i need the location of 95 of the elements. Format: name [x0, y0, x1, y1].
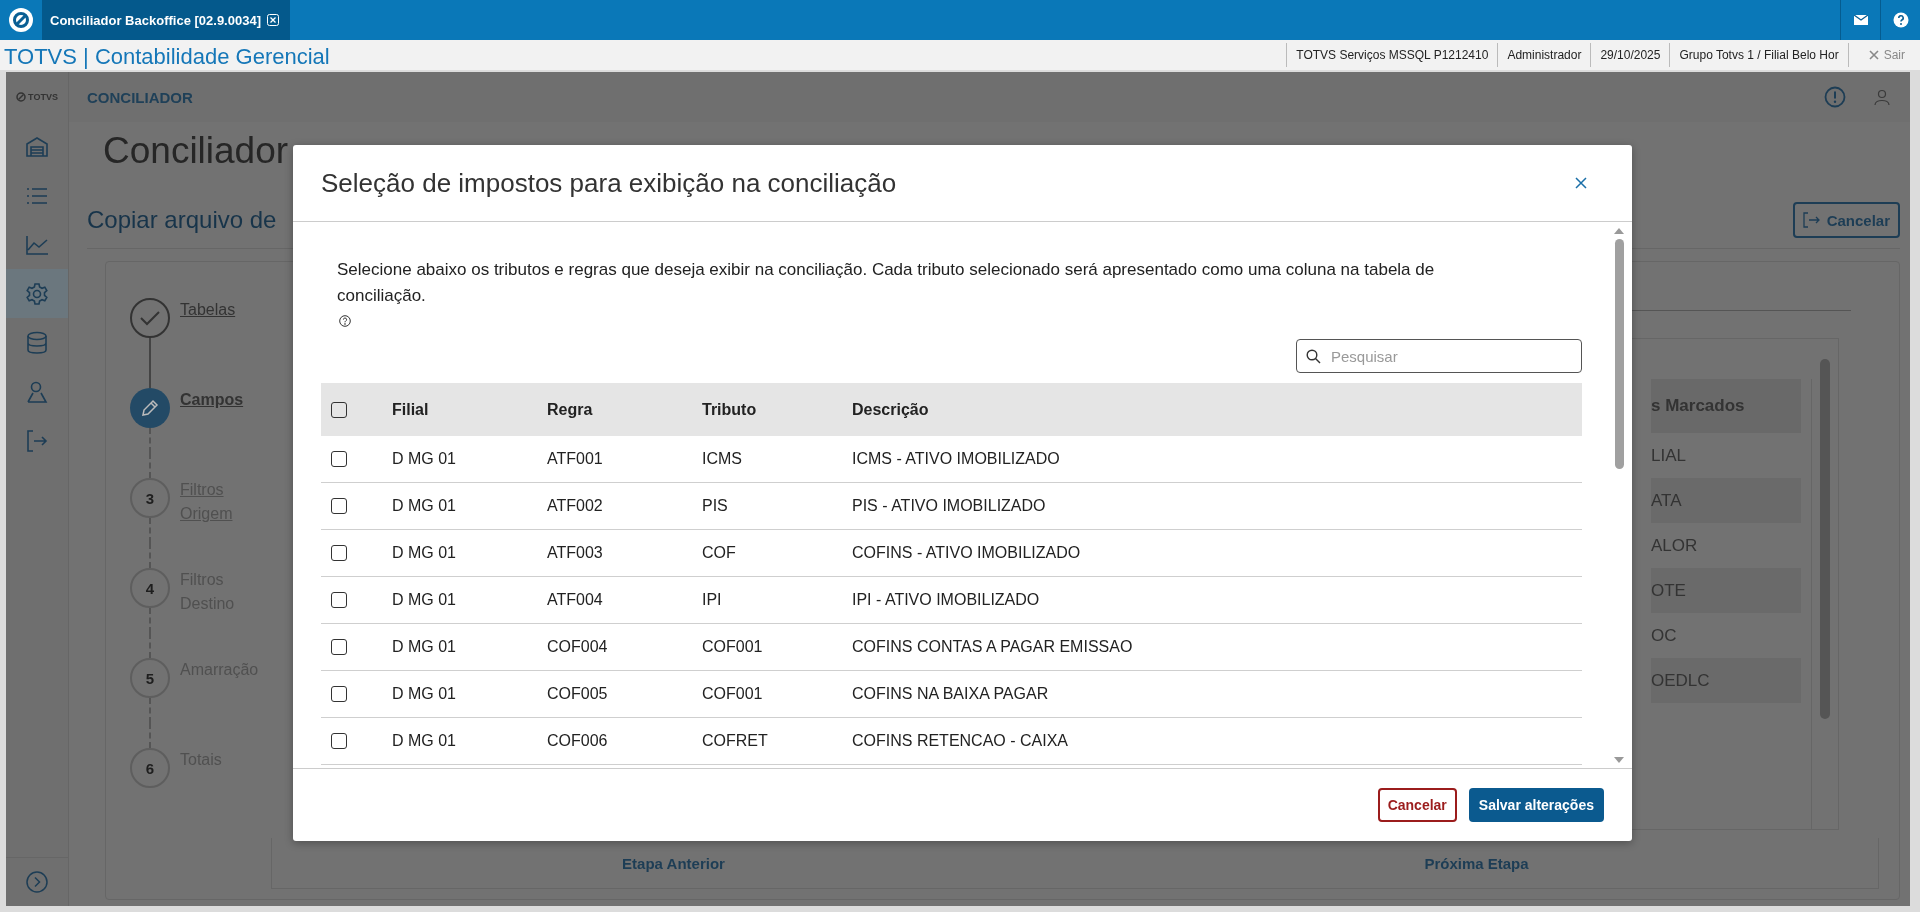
- mail-icon: [1853, 15, 1868, 25]
- table-cell: IPI - ATIVO IMOBILIZADO: [852, 591, 1040, 609]
- warehouse-icon: [25, 135, 49, 158]
- table-cell: ICMS - ATIVO IMOBILIZADO: [852, 450, 1060, 468]
- page-subtitle: Copiar arquivo de: [87, 206, 277, 234]
- settings-icon: [25, 281, 49, 306]
- dialog-description: Selecione abaixo os tributos e regras que deseja exibir na conciliação. Cada tributo selecionado será apresentado como uma coluna na tabela de conciliação.: [337, 259, 1436, 307]
- list-item[interactable]: OC: [1651, 613, 1801, 658]
- column-header: Filial: [392, 400, 430, 419]
- exit-icon: [1802, 212, 1821, 228]
- sidebar-item[interactable]: [6, 269, 68, 318]
- logout-icon: [26, 429, 48, 452]
- cancel-button[interactable]: Cancelar: [1792, 202, 1900, 238]
- step-label[interactable]: Tabelas: [180, 298, 260, 322]
- checkbox[interactable]: [331, 639, 347, 655]
- user-icon[interactable]: [1872, 87, 1892, 107]
- checkbox[interactable]: [331, 592, 347, 608]
- table-cell-text: COF006: [547, 732, 609, 750]
- table-cell-text: COF004: [547, 638, 609, 656]
- table-cell-text: D MG 01: [392, 732, 457, 750]
- cancel-button[interactable]: Cancelar: [1377, 788, 1457, 822]
- table-cell-text: COF001: [702, 638, 764, 656]
- close-icon: [1868, 50, 1879, 60]
- info-icon[interactable]: [1824, 86, 1846, 108]
- previous-step-button[interactable]: Etapa Anterior: [272, 838, 1075, 888]
- session-info: TOTVS Serviços MSSQL P1212410: [1286, 43, 1498, 67]
- step-number: 4: [130, 568, 170, 608]
- checkbox[interactable]: [331, 733, 347, 749]
- checkbox[interactable]: [331, 686, 347, 702]
- table-cell: COFINS CONTAS A PAGAR EMISSAO: [852, 638, 1133, 656]
- table-cell-text: D MG 01: [392, 685, 457, 703]
- logo-icon: [16, 92, 27, 102]
- step-check-circle: [130, 298, 170, 338]
- search-field[interactable]: Pesquisar: [1296, 339, 1582, 373]
- person-icon: [26, 379, 48, 404]
- table-cell-text: D MG 01: [392, 638, 457, 656]
- table-cell-text: ICMS: [702, 450, 743, 468]
- app-logo-icon: [8, 7, 34, 33]
- session-info: Grupo Totvs 1 / Filial Belo Hor: [1669, 43, 1849, 67]
- table-cell-text: COF005: [547, 685, 609, 703]
- list-item[interactable]: ATA: [1651, 478, 1801, 523]
- scroll-up-icon[interactable]: [1614, 227, 1624, 235]
- page-title: Conciliador: [102, 130, 290, 172]
- table-cell-text: D MG 01: [392, 497, 457, 515]
- section-title: CONCILIADOR: [87, 88, 193, 106]
- next-step-button[interactable]: Próxima Etapa: [1075, 838, 1878, 888]
- step-label[interactable]: Campos: [180, 388, 260, 412]
- scroll-down-icon[interactable]: [1614, 756, 1624, 764]
- dialog-title: Seleção de impostos para exibição na conciliação: [321, 167, 897, 199]
- table-cell: COFINS NA BAIXA PAGAR: [852, 685, 1049, 703]
- checkbox[interactable]: [331, 401, 347, 418]
- chart-icon: [25, 234, 49, 255]
- table-cell: PIS - ATIVO IMOBILIZADO: [852, 497, 1046, 515]
- scroll-thumb[interactable]: [1614, 239, 1624, 469]
- session-info: 29/10/2025: [1590, 43, 1670, 67]
- table-cell-text: COF: [702, 544, 737, 562]
- step-number: 5: [130, 658, 170, 698]
- app-title: TOTVS | Contabilidade Gerencial: [3, 43, 330, 70]
- table-cell: COFINS - ATIVO IMOBILIZADO: [852, 544, 1081, 562]
- logout-button[interactable]: Sair: [1868, 48, 1905, 62]
- checkbox[interactable]: [331, 545, 347, 561]
- session-info: Administrador: [1497, 43, 1591, 67]
- close-icon[interactable]: [1574, 176, 1588, 190]
- table-cell-text: D MG 01: [392, 591, 457, 609]
- app-tab[interactable]: Conciliador Backoffice [02.9.0034]: [42, 0, 290, 40]
- step-pencil-circle: [130, 388, 170, 428]
- tab-title: Conciliador Backoffice [02.9.0034]: [50, 12, 261, 28]
- logo-text: TOTVS: [28, 92, 58, 102]
- table-cell-text: D MG 01: [392, 450, 457, 468]
- table-cell-text: COF001: [702, 685, 764, 703]
- save-button[interactable]: Salvar alterações: [1468, 788, 1604, 822]
- column-header: Regra: [547, 400, 594, 419]
- help-icon[interactable]: [339, 315, 351, 327]
- table-cell: COFINS RETENCAO - CAIXA: [852, 732, 1069, 750]
- step-number: 3: [130, 478, 170, 518]
- step-number: 6: [130, 748, 170, 788]
- checkbox[interactable]: [331, 498, 347, 514]
- table-cell-text: ATF002: [547, 497, 604, 515]
- help-icon: [1892, 12, 1909, 28]
- checkbox[interactable]: [331, 451, 347, 467]
- table-cell-text: ATF001: [547, 450, 604, 468]
- database-icon: [26, 330, 48, 355]
- list-item[interactable]: LIAL: [1651, 433, 1801, 478]
- column-header: Tributo: [702, 400, 758, 419]
- scroll-thumb[interactable]: [1820, 359, 1830, 719]
- table-cell-text: COFRET: [702, 732, 769, 750]
- table-cell-text: D MG 01: [392, 544, 457, 562]
- table-cell-text: ATF003: [547, 544, 604, 562]
- list-item[interactable]: ALOR: [1651, 523, 1801, 568]
- expand-icon[interactable]: [26, 871, 48, 893]
- table-cell-text: IPI: [702, 591, 723, 609]
- column-header: Descrição: [852, 400, 929, 419]
- table-cell-text: ATF004: [547, 591, 604, 609]
- table-cell-text: PIS: [702, 497, 729, 515]
- list-icon: [26, 186, 48, 205]
